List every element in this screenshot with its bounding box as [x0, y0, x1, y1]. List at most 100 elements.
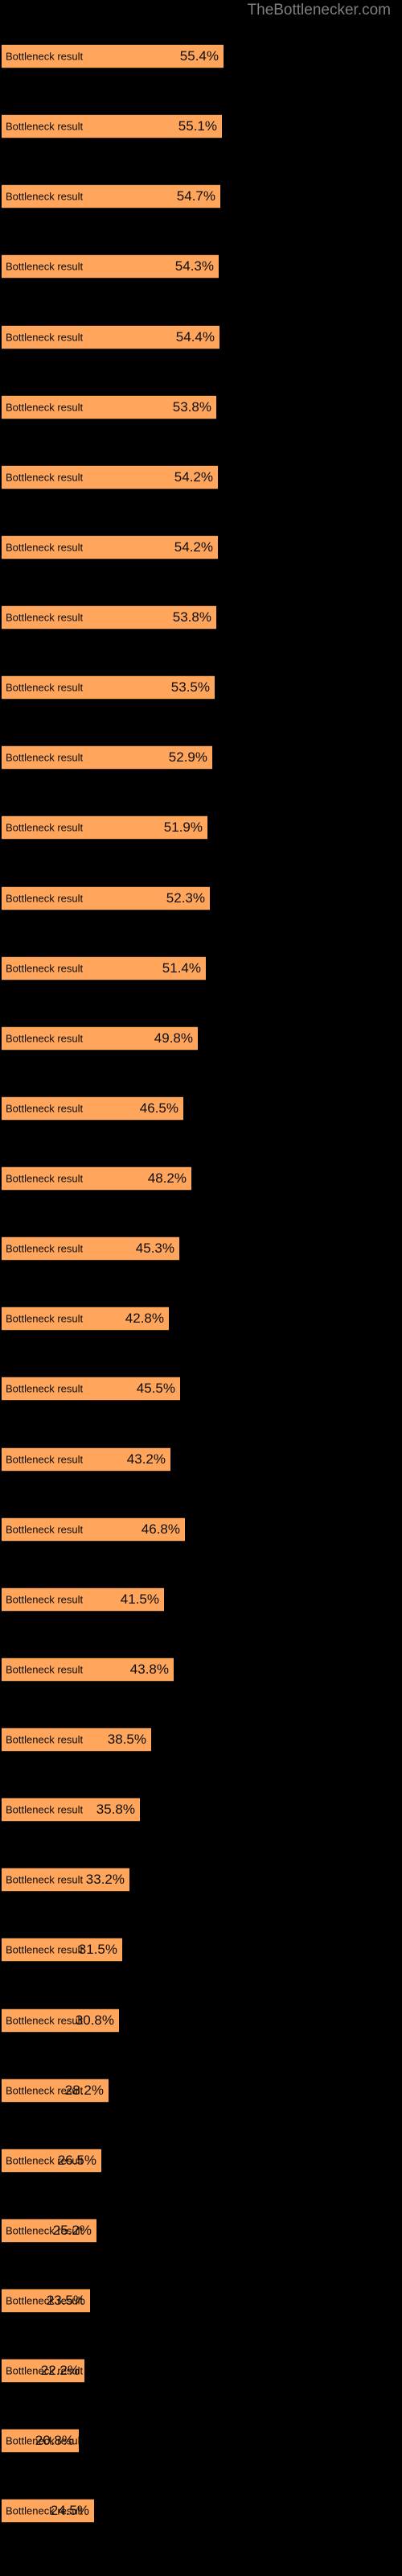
bar: Bottleneck result 24.5%	[2, 2499, 94, 2524]
bar-value-label: 45.5%	[136, 1381, 175, 1397]
bar: Bottleneck result 53.5%	[2, 675, 215, 700]
bar-category-label: Bottleneck result	[6, 751, 84, 764]
bar-value-label: 53.5%	[170, 679, 210, 696]
bar: Bottleneck result 30.8%	[2, 2008, 119, 2033]
bar: Bottleneck result 54.4%	[2, 324, 219, 349]
bar-value-label: 55.1%	[178, 118, 217, 134]
bar-category-label: Bottleneck result	[6, 1032, 84, 1045]
bar-category-label: Bottleneck result	[6, 2434, 84, 2447]
bar-value-label: 42.8%	[125, 1311, 164, 1327]
bar-row: Bottleneck result 54.7%	[0, 184, 402, 254]
bar: Bottleneck result 48.2%	[2, 1166, 191, 1191]
bar-value-label: 54.3%	[174, 258, 214, 275]
bar-value-label: 30.8%	[75, 2012, 114, 2028]
bar: Bottleneck result 52.3%	[2, 886, 210, 910]
bar-row: Bottleneck result 25.2%	[0, 2218, 402, 2289]
bar-category-label: Bottleneck result	[6, 1663, 84, 1676]
bar-row: Bottleneck result 33.2%	[0, 1868, 402, 1938]
bar-category-label: Bottleneck result	[6, 611, 84, 624]
bar-row: Bottleneck result 45.3%	[0, 1236, 402, 1307]
bar: Bottleneck result 28.2%	[2, 2078, 109, 2103]
bar: Bottleneck result 54.7%	[2, 184, 220, 209]
bar-category-label: Bottleneck result	[6, 260, 84, 273]
bar-list: Bottleneck result 55.4% Bottleneck result 5…	[0, 44, 402, 2570]
bar-category-label: Bottleneck result	[6, 120, 84, 133]
bar-value-label: 53.8%	[172, 609, 211, 625]
bar: Bottleneck result 38.5%	[2, 1728, 151, 1752]
bar-value-label: 49.8%	[154, 1030, 193, 1046]
bar: Bottleneck result 45.3%	[2, 1236, 179, 1261]
bar-value-label: 41.5%	[120, 1591, 159, 1607]
bar-row: Bottleneck result 45.5%	[0, 1377, 402, 1447]
bar: Bottleneck result 53.8%	[2, 605, 216, 630]
bar-value-label: 20.8%	[35, 2433, 74, 2449]
bar: Bottleneck result 31.5%	[2, 1938, 122, 1963]
bar-value-label: 25.2%	[52, 2222, 92, 2238]
bar-category-label: Bottleneck result	[6, 1382, 84, 1395]
bar: Bottleneck result 43.8%	[2, 1657, 174, 1682]
bar: Bottleneck result 49.8%	[2, 1026, 198, 1051]
bar-value-label: 55.4%	[179, 48, 219, 64]
bar-row: Bottleneck result 52.3%	[0, 886, 402, 956]
bar-row: Bottleneck result 51.9%	[0, 815, 402, 886]
bar-category-label: Bottleneck result	[6, 1943, 84, 1956]
bar-category-label: Bottleneck result	[6, 821, 84, 834]
bar-row: Bottleneck result 53.8%	[0, 394, 402, 465]
bar-value-label: 54.4%	[175, 328, 215, 345]
bar-row: Bottleneck result 30.8%	[0, 2008, 402, 2079]
bar-category-label: Bottleneck result	[6, 681, 84, 694]
bar: Bottleneck result 51.9%	[2, 815, 207, 840]
bar: Bottleneck result 45.5%	[2, 1377, 180, 1402]
bar-row: Bottleneck result 24.5%	[0, 2499, 402, 2569]
bar-row: Bottleneck result 54.3%	[0, 254, 402, 324]
bar-row: Bottleneck result 54.2%	[0, 535, 402, 605]
bar-value-label: 43.8%	[129, 1661, 169, 1677]
bar: Bottleneck result 54.2%	[2, 535, 218, 559]
bar-category-label: Bottleneck result	[6, 962, 84, 975]
bar: Bottleneck result 20.8%	[2, 2429, 83, 2454]
bar-value-label: 33.2%	[85, 1872, 125, 1888]
bar: Bottleneck result 22.2%	[2, 2359, 84, 2384]
bar-value-label: 52.9%	[168, 749, 207, 766]
bar: Bottleneck result 51.4%	[2, 956, 206, 980]
bar-row: Bottleneck result 26.5%	[0, 2148, 402, 2219]
bar-row: Bottleneck result 42.8%	[0, 1307, 402, 1377]
bar-category-label: Bottleneck result	[6, 1803, 84, 1816]
bar-category-label: Bottleneck result	[6, 1733, 84, 1746]
bar-category-label: Bottleneck result	[6, 2504, 84, 2517]
bar-category-label: Bottleneck result	[6, 2084, 84, 2097]
bar-category-label: Bottleneck result	[6, 50, 84, 63]
bar-row: Bottleneck result 55.4%	[0, 44, 402, 114]
bar: Bottleneck result 42.8%	[2, 1307, 169, 1331]
bar-row: Bottleneck result 43.8%	[0, 1657, 402, 1728]
bar: Bottleneck result 43.2%	[2, 1447, 170, 1472]
bar-row: Bottleneck result 35.8%	[0, 1798, 402, 1868]
bar-row: Bottleneck result 52.9%	[0, 745, 402, 815]
bar-value-label: 52.3%	[166, 890, 205, 906]
bar-row: Bottleneck result 20.8%	[0, 2429, 402, 2499]
bar-value-label: 24.5%	[50, 2503, 89, 2519]
bar-value-label: 54.7%	[176, 188, 215, 204]
bar-category-label: Bottleneck result	[6, 1242, 84, 1255]
bar-value-label: 35.8%	[96, 1802, 135, 1818]
bar-category-label: Bottleneck result	[6, 1172, 84, 1185]
bar-value-label: 38.5%	[107, 1732, 146, 1747]
bar: Bottleneck result 54.3%	[2, 254, 219, 279]
bar-value-label: 48.2%	[147, 1170, 187, 1186]
bar-category-label: Bottleneck result	[6, 2294, 84, 2307]
bar-category-label: Bottleneck result	[6, 1102, 84, 1115]
bar-value-label: 28.2%	[64, 2082, 104, 2098]
bar-category-label: Bottleneck result	[6, 1873, 84, 1886]
bar-category-label: Bottleneck result	[6, 2014, 84, 2026]
bar-value-label: 31.5%	[78, 1942, 117, 1958]
bar-value-label: 26.5%	[57, 2152, 96, 2168]
bar-category-label: Bottleneck result	[6, 1593, 84, 1606]
bar-row: Bottleneck result 54.2%	[0, 464, 402, 535]
bar-category-label: Bottleneck result	[6, 1523, 84, 1536]
bar-value-label: 45.3%	[135, 1241, 174, 1257]
bar-row: Bottleneck result 53.5%	[0, 675, 402, 745]
bar: Bottleneck result 54.2%	[2, 464, 218, 489]
bar-category-label: Bottleneck result	[6, 541, 84, 554]
bar-row: Bottleneck result 43.2%	[0, 1447, 402, 1517]
bar-category-label: Bottleneck result	[6, 2224, 84, 2237]
